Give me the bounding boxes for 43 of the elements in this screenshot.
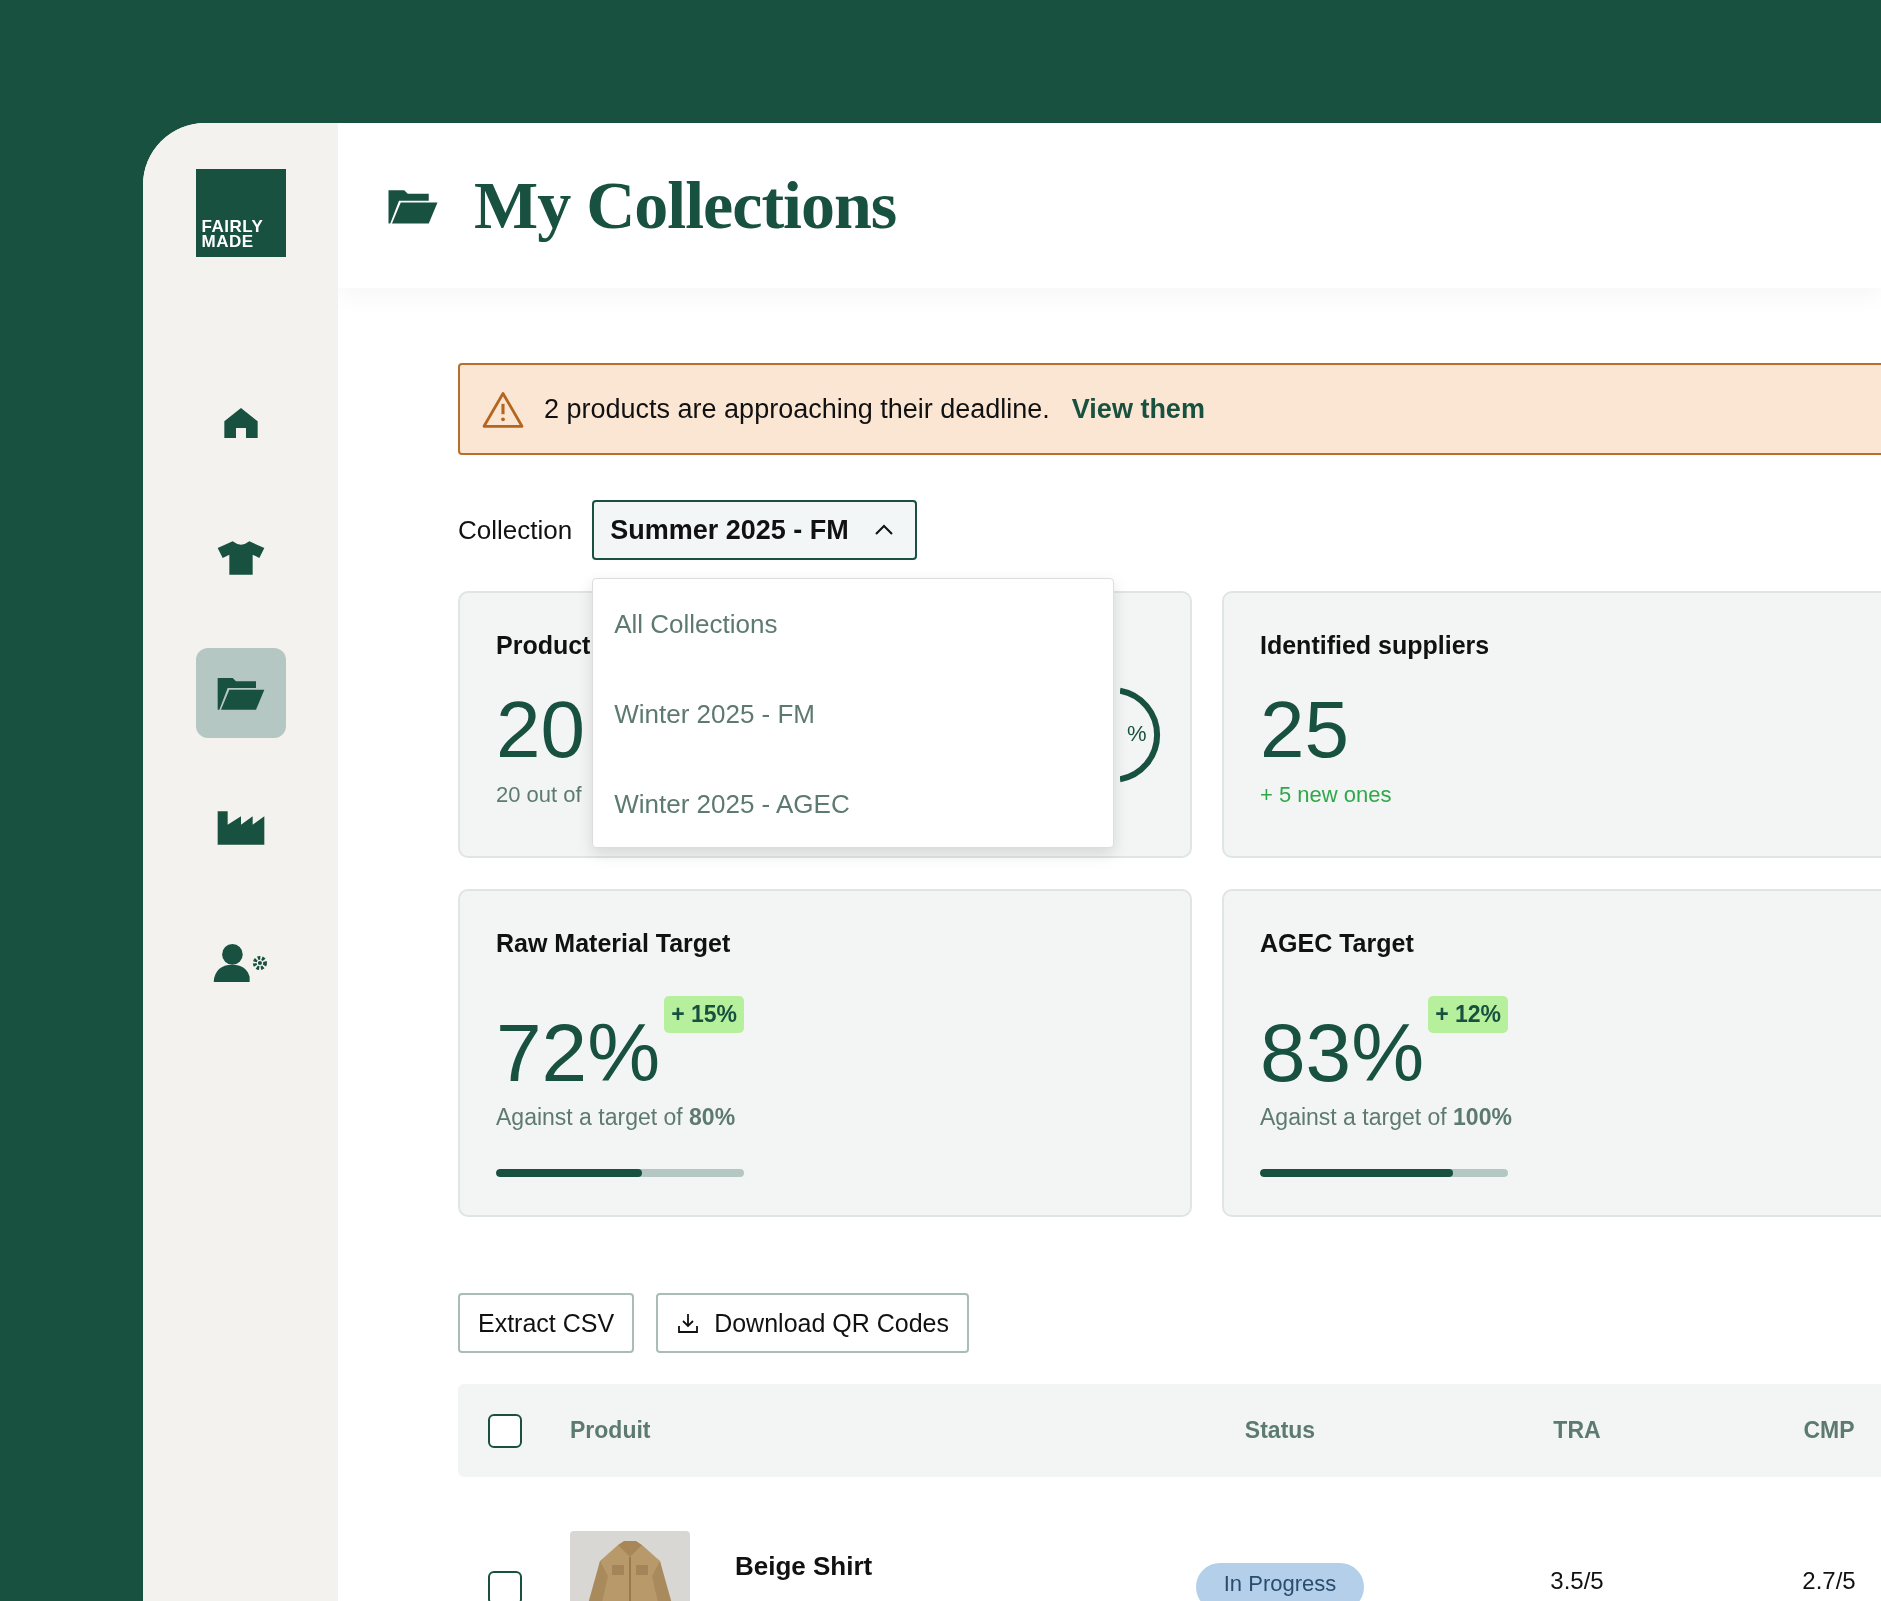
logo-text: MADE bbox=[201, 234, 255, 249]
action-button[interactable]: Download QR Codes bbox=[656, 1293, 969, 1353]
factory-icon bbox=[215, 808, 266, 848]
nav-item[interactable] bbox=[195, 648, 286, 738]
checkbox[interactable] bbox=[488, 1571, 522, 1601]
target-value: 83% bbox=[1260, 1010, 1425, 1096]
view-link[interactable]: View them bbox=[1071, 393, 1205, 425]
product-name: Beige Shirt bbox=[735, 1551, 873, 1582]
card-title: Product bbox=[496, 631, 592, 660]
card-title: Identified suppliers bbox=[1260, 631, 1491, 660]
action-button[interactable]: Extract CSV bbox=[458, 1293, 635, 1353]
collection-label: Collection bbox=[458, 514, 573, 546]
column-header: Produit bbox=[570, 1417, 651, 1443]
column-header: Status bbox=[1244, 1417, 1316, 1443]
table-cell: 2.7/5 bbox=[1802, 1567, 1856, 1595]
menu-item[interactable]: Winter 2025 - AGEC bbox=[593, 759, 1114, 849]
target-value: 72% bbox=[496, 1010, 661, 1096]
stat-subtitle: 20 out of bbox=[496, 782, 582, 808]
user-settings-icon bbox=[213, 941, 268, 985]
shirt-icon bbox=[215, 538, 266, 578]
status-badge: In Progress bbox=[1195, 1563, 1365, 1601]
page-title: My Collections bbox=[474, 166, 897, 245]
column-header: CMP bbox=[1803, 1417, 1855, 1443]
change-badge: + 12% bbox=[1428, 996, 1508, 1033]
collection-dropdown[interactable]: Summer 2025 - FM bbox=[592, 500, 917, 560]
menu-item[interactable]: Winter 2025 - FM bbox=[593, 669, 1114, 759]
download-icon bbox=[676, 1311, 701, 1335]
alert-message: 2 products are approaching their deadline. bbox=[544, 393, 1050, 425]
column-header: TRA bbox=[1553, 1417, 1601, 1443]
ring-label: % bbox=[1127, 721, 1147, 747]
menu-item[interactable]: All Collections bbox=[593, 579, 1114, 669]
card-title: AGEC Target bbox=[1260, 929, 1415, 958]
change-badge: + 15% bbox=[664, 996, 744, 1033]
warning-icon bbox=[482, 390, 524, 428]
card-title: Raw Material Target bbox=[496, 929, 732, 958]
target-caption: Against a target of 80% bbox=[496, 1104, 737, 1131]
stat-value: 25 bbox=[1260, 690, 1349, 770]
checkbox[interactable] bbox=[488, 1413, 522, 1448]
target-caption: Against a target of 100% bbox=[1260, 1104, 1513, 1131]
table-cell: 3.5/5 bbox=[1550, 1567, 1604, 1595]
logo-text: FAIRLY bbox=[201, 219, 265, 234]
stat-subtitle: + 5 new ones bbox=[1260, 782, 1392, 808]
stat-value: 20 bbox=[496, 690, 585, 770]
